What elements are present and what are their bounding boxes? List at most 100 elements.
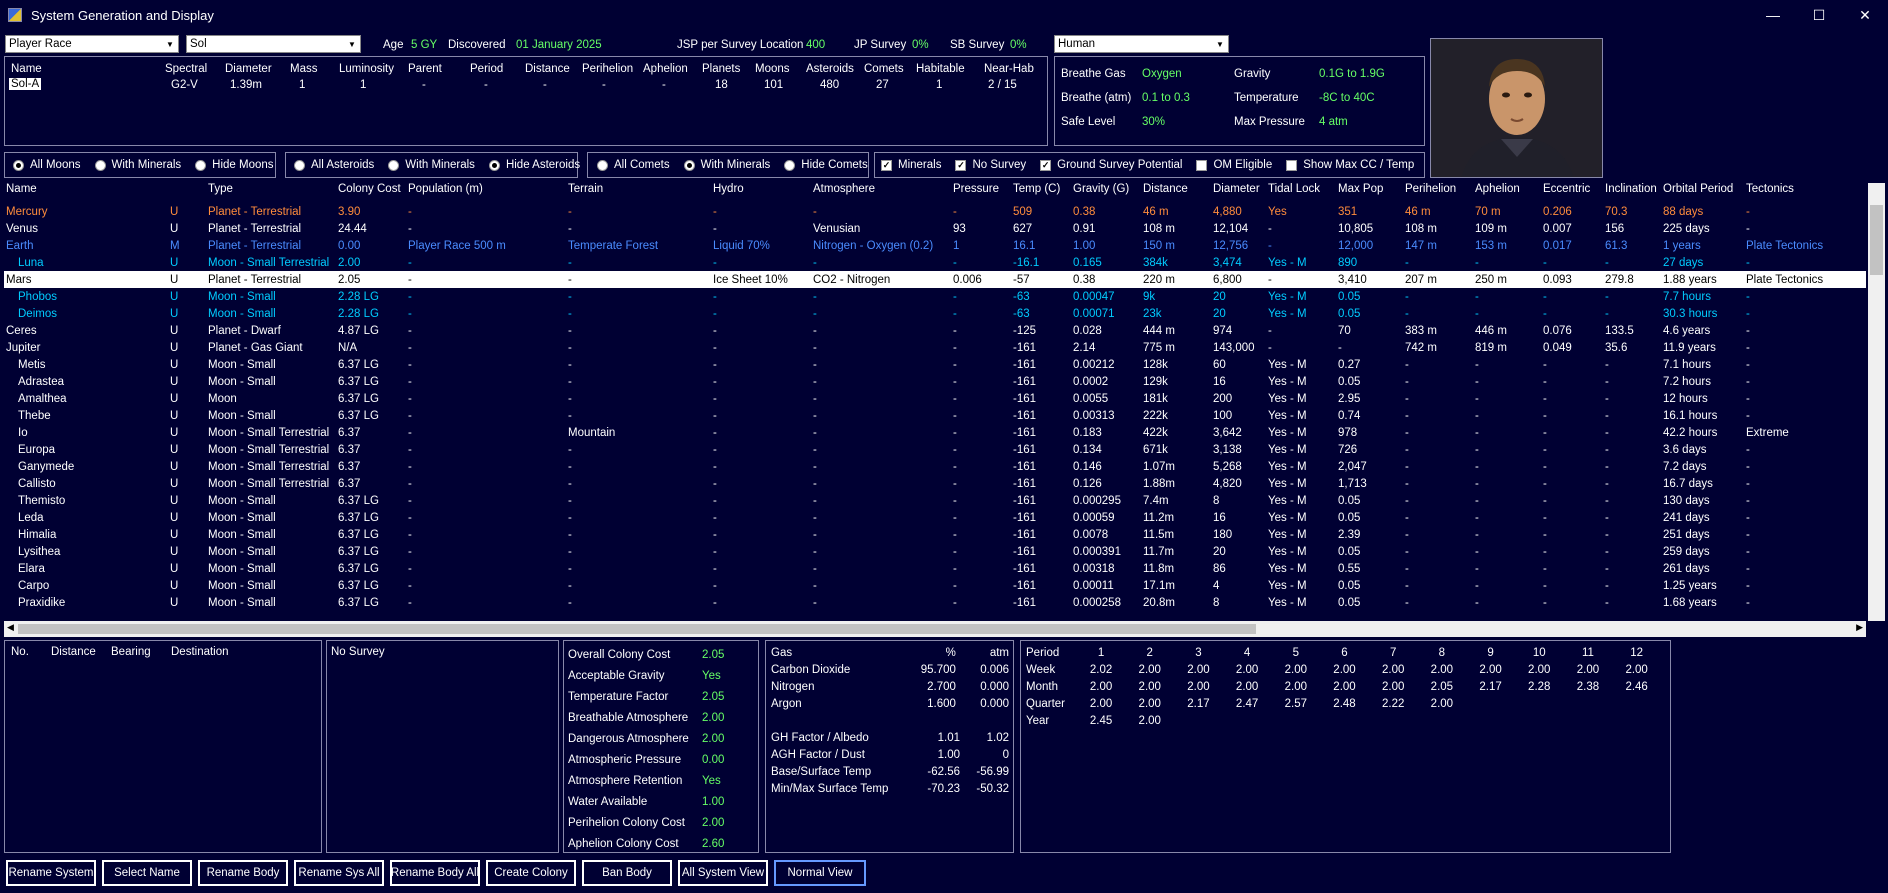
ground-survey-checkbox[interactable]: ✓ Ground Survey Potential (1040, 159, 1182, 171)
table-row[interactable]: Lysithea U Moon - Small 6.37 LG - - - - - -161 0.0… (4, 543, 1866, 560)
show-max-cc-checkbox[interactable]: Show Max CC / Temp (1286, 159, 1414, 171)
om-eligible-checkbox[interactable]: OM Eligible (1196, 159, 1272, 171)
create-colony-button[interactable]: Create Colony (486, 860, 576, 886)
grid-col-header[interactable]: Orbital Period (1661, 183, 1744, 203)
grid-col-header[interactable]: Hydro (711, 183, 811, 203)
grid-vertical-scrollbar[interactable] (1868, 183, 1885, 621)
table-row[interactable]: Metis U Moon - Small 6.37 LG - - - - - -161 0.0021… (4, 356, 1866, 373)
grid-col-header[interactable]: Terrain (566, 183, 711, 203)
grid-col-header[interactable]: Diameter (1211, 183, 1266, 203)
table-row[interactable]: Leda U Moon - Small 6.37 LG - - - - - -161 0.00059… (4, 509, 1866, 526)
select-name-button[interactable]: Select Name (102, 860, 192, 886)
all-asteroids-radio[interactable]: All Asteroids (294, 159, 374, 171)
window-title: System Generation and Display (31, 7, 214, 23)
rename-body-all-button[interactable]: Rename Body All (390, 860, 480, 886)
grid-col-header[interactable]: Type (206, 183, 336, 203)
table-row[interactable]: Venus U Planet - Terrestrial 24.44 - - - Venusi… (4, 220, 1866, 237)
grid-col-header[interactable]: Inclination (1603, 183, 1661, 203)
all-moons-radio[interactable]: All Moons (13, 159, 81, 171)
table-cell: - (1746, 443, 1750, 456)
asteroids-with-minerals-radio[interactable]: With Minerals (388, 159, 475, 171)
table-row[interactable]: Callisto U Moon - Small Terrestrial 6.37 - - -… (4, 475, 1866, 492)
jsp-value: 400 (806, 39, 826, 51)
table-cell: - (1268, 222, 1272, 235)
grid-col-header[interactable]: Atmosphere (811, 183, 951, 203)
table-row[interactable]: Ganymede U Moon - Small Terrestrial 6.37 - - -… (4, 458, 1866, 475)
system-select[interactable]: Sol ▼ (186, 35, 361, 53)
table-row[interactable]: Carpo U Moon - Small 6.37 LG - - - - - -161 0.0001… (4, 577, 1866, 594)
no-survey-checkbox[interactable]: ✓ No Survey (955, 159, 1026, 171)
grid-col-header[interactable]: Tidal Lock (1266, 183, 1336, 203)
grid-col-header[interactable]: Perihelion (1403, 183, 1473, 203)
grid-col-header[interactable]: Max Pop (1336, 183, 1403, 203)
all-system-view-button[interactable]: All System View (678, 860, 768, 886)
period-cell: 2.22 (1381, 697, 1405, 710)
scroll-thumb[interactable] (18, 624, 1256, 634)
grid-col-header[interactable]: Name (4, 183, 168, 203)
table-row[interactable]: Deimos U Moon - Small 2.28 LG - - - - - -63 0.0007… (4, 305, 1866, 322)
period-cell: 2.00 (1187, 680, 1210, 693)
table-row[interactable]: Mars U Planet - Terrestrial 2.05 - - Ice Sheet… (4, 271, 1866, 288)
grid-col-header[interactable]: Temp (C) (1011, 183, 1071, 203)
table-cell: 11.9 years (1663, 341, 1716, 354)
table-row[interactable]: Phobos U Moon - Small 2.28 LG - - - - - -63 0.0004… (4, 288, 1866, 305)
grid-col-header[interactable]: Colony Cost (336, 183, 406, 203)
table-row[interactable]: Thebe U Moon - Small 6.37 LG - - - - - -161 0.0031… (4, 407, 1866, 424)
table-row[interactable]: Earth M Planet - Terrestrial 0.00 Player Rac… (4, 237, 1866, 254)
rename-body-button[interactable]: Rename Body (198, 860, 288, 886)
table-cell: 0.55 (1338, 562, 1361, 575)
maximize-button[interactable]: ☐ (1796, 0, 1842, 30)
table-row[interactable]: Luna U Moon - Small Terrestrial 2.00 - - - - - -1… (4, 254, 1866, 271)
comets-with-minerals-radio[interactable]: With Minerals (683, 159, 770, 171)
table-row[interactable]: Ceres U Planet - Dwarf 4.87 LG - - - - - -125 0.02… (4, 322, 1866, 339)
hide-comets-radio[interactable]: Hide Comets (784, 159, 868, 171)
grid-col-header[interactable]: Eccentric (1541, 183, 1603, 203)
grid-col-header[interactable] (168, 183, 206, 203)
table-cell: U (170, 324, 179, 337)
hide-asteroids-radio[interactable]: Hide Asteroids (488, 159, 580, 171)
scroll-right-icon[interactable]: ▶ (1856, 622, 1863, 633)
star-name[interactable]: Sol-A (9, 78, 42, 90)
star-col-header: Aphelion (643, 63, 688, 75)
ban-body-button[interactable]: Ban Body (582, 860, 672, 886)
table-row[interactable]: Mercury U Planet - Terrestrial 3.90 - - - - - 509… (4, 203, 1866, 220)
minimize-button[interactable]: — (1750, 0, 1796, 30)
table-cell: - (1475, 545, 1479, 558)
scroll-left-icon[interactable]: ◀ (7, 622, 14, 633)
table-row[interactable]: Elara U Moon - Small 6.37 LG - - - - - -161 0.0031… (4, 560, 1866, 577)
minerals-checkbox[interactable]: ✓ Minerals (881, 159, 941, 171)
all-comets-radio[interactable]: All Comets (597, 159, 670, 171)
factor-row: GH Factor / Albedo 1.01 1.02 (771, 729, 1009, 746)
race-select[interactable]: Player Race ▼ (5, 35, 179, 53)
table-cell: 181k (1143, 392, 1168, 405)
grid-col-header[interactable]: Aphelion (1473, 183, 1541, 203)
table-row[interactable]: Adrastea U Moon - Small 6.37 LG - - - - - -161 0.0… (4, 373, 1866, 390)
hide-moons-radio[interactable]: Hide Moons (195, 159, 274, 171)
normal-view-button[interactable]: Normal View (774, 860, 866, 886)
grid-col-header[interactable]: Distance (1141, 183, 1211, 203)
table-row[interactable]: Jupiter U Planet - Gas Giant N/A - - - - - -161 2.… (4, 339, 1866, 356)
table-cell: 12,104 (1213, 222, 1249, 235)
table-row[interactable]: Europa U Moon - Small Terrestrial 6.37 - - - - -… (4, 441, 1866, 458)
table-row[interactable]: Amalthea U Moon 6.37 LG - - - - - -161 0.0055 181k 2… (4, 390, 1866, 407)
rename-system-button[interactable]: Rename System (6, 860, 96, 886)
gas-col-header: atm (989, 646, 1009, 659)
moons-with-minerals-radio[interactable]: With Minerals (94, 159, 181, 171)
grid-col-header[interactable]: Gravity (G) (1071, 183, 1141, 203)
scroll-thumb[interactable] (1870, 205, 1883, 275)
star-col-header: Luminosity (339, 63, 394, 75)
table-row[interactable]: Themisto U Moon - Small 6.37 LG - - - - - -161 0.0… (4, 492, 1866, 509)
grid-col-header[interactable]: Tectonics (1744, 183, 1866, 203)
species-select[interactable]: Human ▼ (1054, 35, 1229, 53)
rename-sys-all-button[interactable]: Rename Sys All (294, 860, 384, 886)
table-row[interactable]: Io U Moon - Small Terrestrial 6.37 - Mountain… (4, 424, 1866, 441)
close-button[interactable]: ✕ (1842, 0, 1888, 30)
grid-horizontal-scrollbar[interactable]: ◀ ▶ (4, 621, 1866, 637)
grid-col-header[interactable]: Pressure (951, 183, 1011, 203)
table-cell: 0.05 (1338, 290, 1361, 303)
grid-col-header[interactable]: Population (m) (406, 183, 566, 203)
table-row[interactable]: Praxidike U Moon - Small 6.37 LG - - - - - -161 0.… (4, 594, 1866, 611)
table-row[interactable]: Himalia U Moon - Small 6.37 LG - - - - - -161 0.00… (4, 526, 1866, 543)
table-cell: 0.0078 (1073, 528, 1109, 541)
table-cell: N/A (338, 341, 358, 354)
